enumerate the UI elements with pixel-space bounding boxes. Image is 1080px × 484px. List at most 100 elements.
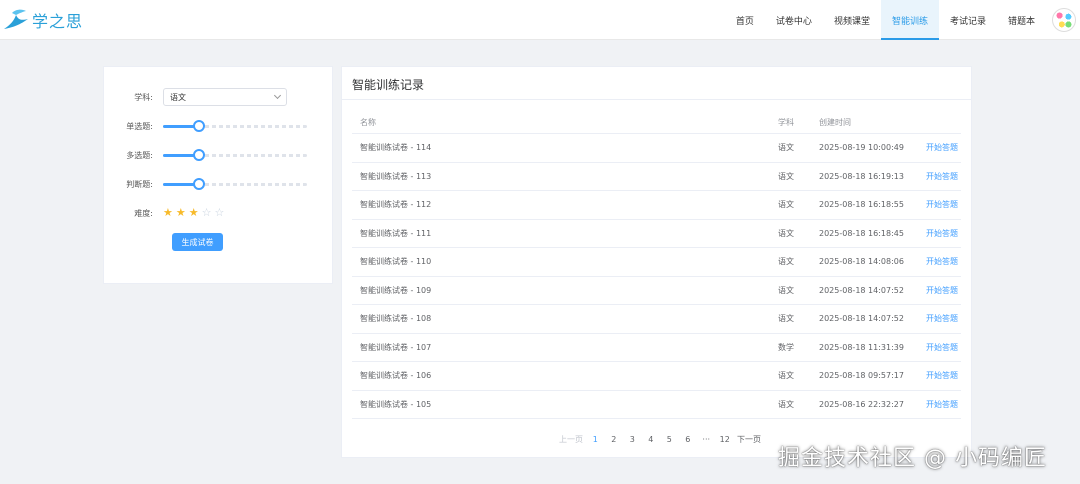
subject-row: 学科: 语文 — [104, 87, 334, 107]
table-row: 智能训练试卷 - 112 语文 2025-08-18 16:18:55 开始答题 — [352, 191, 961, 220]
row-subject: 语文 — [778, 285, 794, 295]
table-row: 智能训练试卷 - 109 语文 2025-08-18 14:07:52 开始答题 — [352, 277, 961, 305]
nav-exam-center[interactable]: 试卷中心 — [765, 0, 823, 40]
prev-page-button[interactable]: 上一页 — [556, 434, 586, 445]
slider-handle[interactable] — [193, 149, 205, 161]
judge-slider[interactable] — [163, 178, 307, 190]
nav-mistake-book[interactable]: 错题本 — [997, 0, 1046, 40]
col-created-header: 创建时间 — [819, 117, 851, 127]
judge-row: 判断题: — [104, 174, 334, 194]
row-created-time: 2025-08-18 16:18:55 — [819, 200, 904, 210]
row-subject: 语文 — [778, 143, 794, 153]
row-created-time: 2025-08-18 09:57:17 — [819, 371, 904, 381]
col-subject-header: 学科 — [778, 117, 794, 127]
logo[interactable]: 学之思 — [2, 6, 83, 34]
row-created-time: 2025-08-18 16:18:45 — [819, 228, 904, 238]
start-answer-link[interactable]: 开始答题 — [926, 399, 961, 410]
subject-value: 语文 — [170, 92, 186, 102]
pagination: 上一页 1 2 3 4 5 6 ··· 12 下一页 — [556, 434, 764, 445]
row-subject: 语文 — [778, 228, 794, 238]
generate-paper-button[interactable]: 生成试卷 — [172, 233, 223, 251]
nav-video-class[interactable]: 视频课堂 — [823, 0, 881, 40]
table-row: 智能训练试卷 - 110 语文 2025-08-18 14:08:06 开始答题 — [352, 248, 961, 277]
table-body: 智能训练试卷 - 114 语文 2025-08-19 10:00:49 开始答题 智能训… — [352, 134, 961, 419]
start-answer-link[interactable]: 开始答题 — [926, 228, 961, 239]
row-name: 智能训练试卷 - 109 — [360, 285, 432, 295]
row-name: 智能训练试卷 - 108 — [360, 314, 432, 324]
slider-handle[interactable] — [193, 120, 205, 132]
page-number[interactable]: 5 — [660, 435, 679, 444]
next-page-button[interactable]: 下一页 — [734, 434, 764, 445]
star-empty-icon[interactable]: ☆ — [202, 207, 212, 219]
page-number[interactable]: 1 — [586, 435, 605, 444]
row-name: 智能训练试卷 - 106 — [360, 371, 432, 381]
row-subject: 语文 — [778, 314, 794, 324]
star-filled-icon[interactable]: ★ — [189, 207, 199, 219]
nav-exam-records[interactable]: 考试记录 — [939, 0, 997, 40]
row-name: 智能训练试卷 - 110 — [360, 257, 432, 267]
table-row: 智能训练试卷 - 113 语文 2025-08-18 16:19:13 开始答题 — [352, 163, 961, 191]
single-choice-label: 单选题: — [126, 121, 153, 131]
subject-label: 学科: — [134, 92, 153, 102]
star-filled-icon[interactable]: ★ — [163, 207, 173, 219]
records-panel: 智能训练记录 名称 学科 创建时间 智能训练试卷 - 114 语文 2025-08-… — [341, 66, 972, 458]
row-name: 智能训练试卷 - 113 — [360, 171, 432, 181]
page-number[interactable]: 3 — [623, 435, 642, 444]
multi-choice-label: 多选题: — [126, 150, 153, 160]
row-name: 智能训练试卷 - 112 — [360, 200, 432, 210]
panel-title: 智能训练记录 — [352, 78, 425, 92]
page-ellipsis[interactable]: ··· — [697, 435, 716, 444]
top-header: 学之思 首页 试卷中心 视频课堂 智能训练 考试记录 错题本 — [0, 0, 1080, 40]
start-answer-link[interactable]: 开始答题 — [926, 370, 961, 381]
nav-smart-training[interactable]: 智能训练 — [880, 0, 939, 40]
row-name: 智能训练试卷 - 105 — [360, 399, 432, 409]
single-choice-slider[interactable] — [163, 120, 307, 132]
star-empty-icon[interactable]: ☆ — [215, 207, 225, 219]
page-number[interactable]: 6 — [679, 435, 698, 444]
start-answer-link[interactable]: 开始答题 — [926, 171, 961, 182]
multi-choice-slider[interactable] — [163, 149, 307, 161]
start-answer-link[interactable]: 开始答题 — [926, 313, 961, 324]
row-name: 智能训练试卷 - 107 — [360, 342, 432, 352]
table-header: 名称 学科 创建时间 — [352, 111, 961, 134]
judge-label: 判断题: — [126, 179, 153, 189]
slider-handle[interactable] — [193, 178, 205, 190]
row-name: 智能训练试卷 - 114 — [360, 143, 432, 153]
training-config-panel: 学科: 语文 单选题: 多选题: 判断题: 难度: ★ ★ ★ ☆ ☆ — [103, 66, 333, 284]
start-answer-link[interactable]: 开始答题 — [926, 142, 961, 153]
row-subject: 语文 — [778, 257, 794, 267]
chevron-down-icon — [273, 91, 282, 100]
start-answer-link[interactable]: 开始答题 — [926, 342, 961, 353]
page-number[interactable]: 4 — [642, 435, 661, 444]
main-nav: 首页 试卷中心 视频课堂 智能训练 考试记录 错题本 — [725, 0, 1080, 40]
single-choice-row: 单选题: — [104, 116, 334, 136]
nav-home[interactable]: 首页 — [725, 0, 765, 40]
row-created-time: 2025-08-18 14:07:52 — [819, 314, 904, 324]
page-number[interactable]: 12 — [716, 435, 735, 444]
row-created-time: 2025-08-18 11:31:39 — [819, 342, 904, 352]
row-name: 智能训练试卷 - 111 — [360, 228, 432, 238]
table-row: 智能训练试卷 - 107 数学 2025-08-18 11:31:39 开始答题 — [352, 334, 961, 362]
table-row: 智能训练试卷 - 114 语文 2025-08-19 10:00:49 开始答题 — [352, 134, 961, 163]
row-created-time: 2025-08-19 10:00:49 — [819, 143, 904, 153]
col-name-header: 名称 — [360, 117, 376, 127]
table-row: 智能训练试卷 - 108 语文 2025-08-18 14:07:52 开始答题 — [352, 305, 961, 334]
subject-select[interactable]: 语文 — [163, 88, 287, 106]
row-subject: 语文 — [778, 371, 794, 381]
watermark: 掘金技术社区 @ 小码编匠 — [778, 446, 1047, 471]
user-avatar[interactable] — [1052, 8, 1076, 32]
page-number[interactable]: 2 — [605, 435, 624, 444]
star-filled-icon[interactable]: ★ — [176, 207, 186, 219]
start-answer-link[interactable]: 开始答题 — [926, 285, 961, 296]
row-subject: 语文 — [778, 171, 794, 181]
multi-choice-row: 多选题: — [104, 145, 334, 165]
records-table: 名称 学科 创建时间 智能训练试卷 - 114 语文 2025-08-19 10:0… — [352, 111, 961, 419]
start-answer-link[interactable]: 开始答题 — [926, 199, 961, 210]
table-row: 智能训练试卷 - 106 语文 2025-08-18 09:57:17 开始答题 — [352, 362, 961, 391]
start-answer-link[interactable]: 开始答题 — [926, 256, 961, 267]
row-created-time: 2025-08-18 14:07:52 — [819, 285, 904, 295]
logo-icon — [4, 9, 28, 29]
logo-text: 学之思 — [32, 12, 84, 31]
difficulty-rating[interactable]: ★ ★ ★ ☆ ☆ — [163, 207, 224, 219]
row-subject: 数学 — [778, 342, 794, 352]
